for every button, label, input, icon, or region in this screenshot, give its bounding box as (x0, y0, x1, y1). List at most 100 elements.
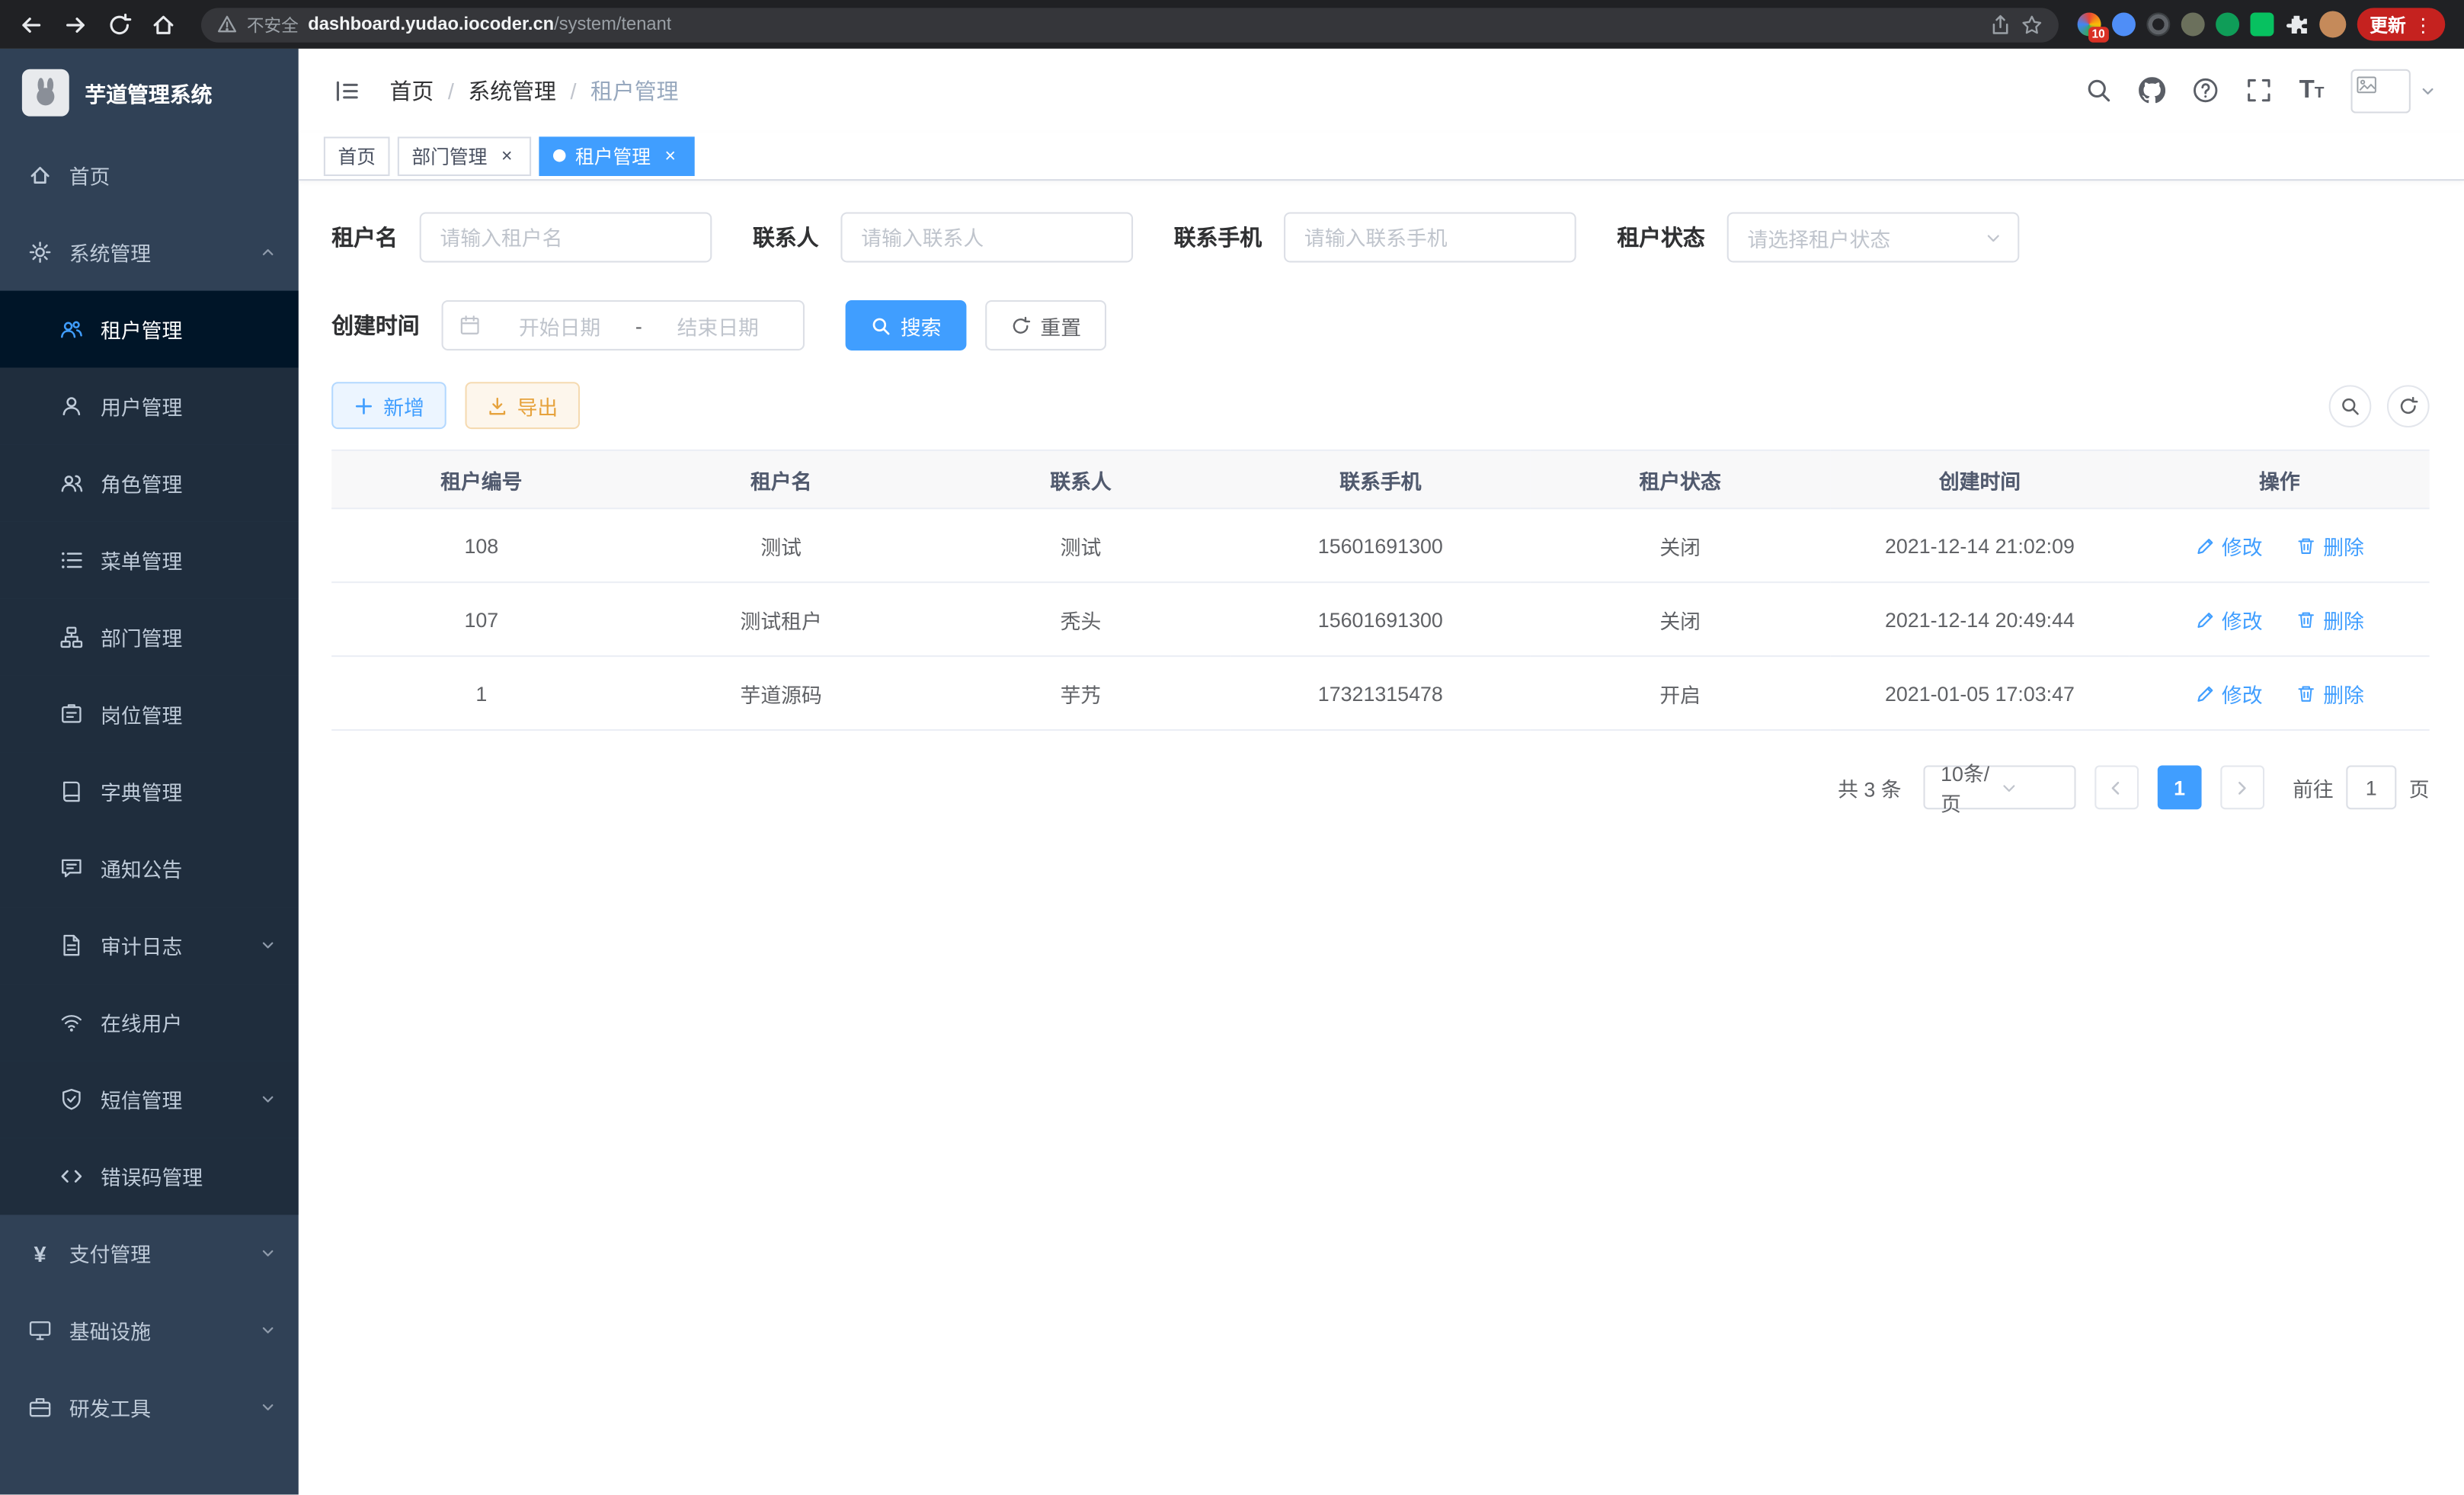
delete-label: 删除 (2323, 678, 2364, 708)
sidebar-item-menu-management[interactable]: 菜单管理 (0, 522, 299, 599)
edit-label: 修改 (2222, 530, 2263, 560)
sidebar-item-label: 部门管理 (101, 623, 182, 652)
logo-avatar (22, 69, 69, 117)
browser-back-icon[interactable] (13, 5, 51, 43)
close-icon[interactable]: × (497, 146, 517, 166)
sidebar-item-label: 菜单管理 (101, 546, 182, 575)
sidebar-item-label: 基础设施 (69, 1315, 151, 1345)
fullscreen-icon[interactable] (2246, 77, 2273, 104)
extension-icon[interactable] (2216, 13, 2239, 37)
prev-page-button[interactable] (2094, 765, 2139, 809)
extensions-puzzle-icon[interactable] (2285, 13, 2309, 37)
extension-icon[interactable] (2112, 13, 2136, 37)
font-size-icon[interactable]: TT (2299, 78, 2325, 103)
edit-link[interactable]: 修改 (2195, 530, 2263, 560)
tenant-name-input[interactable] (420, 212, 712, 262)
phone-input[interactable] (1284, 212, 1576, 262)
browser-menu-icon[interactable]: ⋮ (2414, 14, 2433, 36)
signal-icon (59, 1010, 83, 1034)
github-icon[interactable] (2139, 77, 2165, 104)
active-dot (553, 149, 566, 162)
main-area: 首页 / 系统管理 / 租户管理 TT (299, 49, 2464, 1495)
goto-label: 前往 (2293, 773, 2334, 802)
role-icon (59, 472, 83, 495)
add-button[interactable]: 新增 (331, 382, 446, 429)
next-page-button[interactable] (2220, 765, 2264, 809)
user-avatar-menu[interactable] (2351, 69, 2436, 113)
extension-icon[interactable] (2146, 13, 2170, 37)
delete-link[interactable]: 删除 (2296, 530, 2364, 560)
toggle-search-button[interactable] (2329, 384, 2372, 427)
edit-link[interactable]: 修改 (2195, 604, 2263, 634)
reset-button[interactable]: 重置 (985, 300, 1106, 351)
table-tools (2329, 384, 2430, 427)
browser-home-icon[interactable] (145, 5, 183, 43)
cell-contact: 秃头 (931, 582, 1230, 656)
cell-tenant-id: 1 (331, 656, 631, 730)
sidebar-item-audit-log[interactable]: 审计日志 (0, 907, 299, 984)
goto-page-input[interactable] (2346, 765, 2396, 809)
status-placeholder: 请选择租户状态 (1748, 222, 1985, 252)
tab-tenant-management[interactable]: 租户管理 × (539, 136, 695, 175)
browser-forward-icon[interactable] (56, 5, 94, 43)
page-number-1[interactable]: 1 (2158, 765, 2202, 809)
bookmark-star-icon[interactable] (2021, 14, 2043, 36)
refresh-button[interactable] (2387, 384, 2430, 427)
status-select[interactable]: 请选择租户状态 (1727, 212, 2020, 262)
extension-icon[interactable] (2251, 13, 2274, 37)
browser-profile-avatar[interactable] (2319, 11, 2346, 37)
sidebar-item-infrastructure[interactable]: 基础设施 (0, 1292, 299, 1369)
browser-reload-icon[interactable] (101, 5, 139, 43)
tab-dept-management[interactable]: 部门管理 × (398, 136, 531, 175)
sidebar-item-sms-management[interactable]: 短信管理 (0, 1061, 299, 1138)
date-start-placeholder: 开始日期 (491, 310, 629, 340)
cell-created: 2021-12-14 21:02:09 (1830, 508, 2130, 582)
screen: 不安全 dashboard.yudao.iocoder.cn/system/te… (0, 0, 2464, 1494)
export-button[interactable]: 导出 (466, 382, 581, 429)
browser-update-button[interactable]: 更新 ⋮ (2357, 8, 2446, 40)
help-icon[interactable] (2192, 77, 2219, 104)
tab-home[interactable]: 首页 (324, 136, 390, 175)
sidebar-item-payment[interactable]: ¥ 支付管理 (0, 1215, 299, 1292)
page-unit-label: 页 (2409, 773, 2430, 802)
contact-input[interactable] (840, 212, 1133, 262)
url-path: /system/tenant (554, 15, 671, 34)
sidebar-item-error-code[interactable]: 错误码管理 (0, 1138, 299, 1215)
date-range-picker[interactable]: 开始日期 - 结束日期 (442, 300, 805, 351)
extension-icon[interactable] (2181, 13, 2205, 37)
sidebar-item-user-management[interactable]: 用户管理 (0, 368, 299, 445)
delete-link[interactable]: 删除 (2296, 678, 2364, 708)
not-secure-warning-icon (217, 14, 238, 35)
page-size-select[interactable]: 10条/页 (1923, 765, 2075, 809)
share-icon[interactable] (1989, 14, 2011, 36)
message-icon (59, 856, 83, 880)
search-button[interactable]: 搜索 (846, 300, 967, 351)
sidebar-item-dev-tools[interactable]: 研发工具 (0, 1369, 299, 1445)
sidebar-item-home[interactable]: 首页 (0, 136, 299, 213)
address-bar[interactable]: 不安全 dashboard.yudao.iocoder.cn/system/te… (201, 7, 2059, 41)
col-tenant-id: 租户编号 (331, 450, 631, 508)
table-header-row: 租户编号 租户名 联系人 联系手机 租户状态 创建时间 操作 (331, 450, 2429, 508)
cell-status: 关闭 (1530, 508, 1829, 582)
sidebar-item-notice[interactable]: 通知公告 (0, 830, 299, 907)
avatar (2351, 69, 2411, 113)
cell-tenant-id: 107 (331, 582, 631, 656)
extension-icon[interactable]: 10 (2078, 13, 2101, 37)
code-icon (59, 1164, 83, 1188)
close-icon[interactable]: × (660, 146, 680, 166)
sidebar-item-tenant-management[interactable]: 租户管理 (0, 291, 299, 368)
breadcrumb-home[interactable]: 首页 (390, 75, 434, 106)
sidebar-item-system-management[interactable]: 系统管理 (0, 214, 299, 291)
edit-link[interactable]: 修改 (2195, 678, 2263, 708)
sidebar-item-dept-management[interactable]: 部门管理 (0, 599, 299, 676)
sidebar-item-dict-management[interactable]: 字典管理 (0, 753, 299, 830)
delete-link[interactable]: 删除 (2296, 604, 2364, 634)
breadcrumb-system[interactable]: 系统管理 (468, 75, 556, 106)
sidebar-item-post-management[interactable]: 岗位管理 (0, 676, 299, 753)
sidebar-logo[interactable]: 芋道管理系统 (0, 49, 299, 137)
header-search-icon[interactable] (2085, 77, 2112, 104)
col-created: 创建时间 (1830, 450, 2130, 508)
sidebar-fold-icon[interactable] (333, 76, 361, 104)
sidebar-item-online-users[interactable]: 在线用户 (0, 984, 299, 1061)
sidebar-item-role-management[interactable]: 角色管理 (0, 445, 299, 522)
